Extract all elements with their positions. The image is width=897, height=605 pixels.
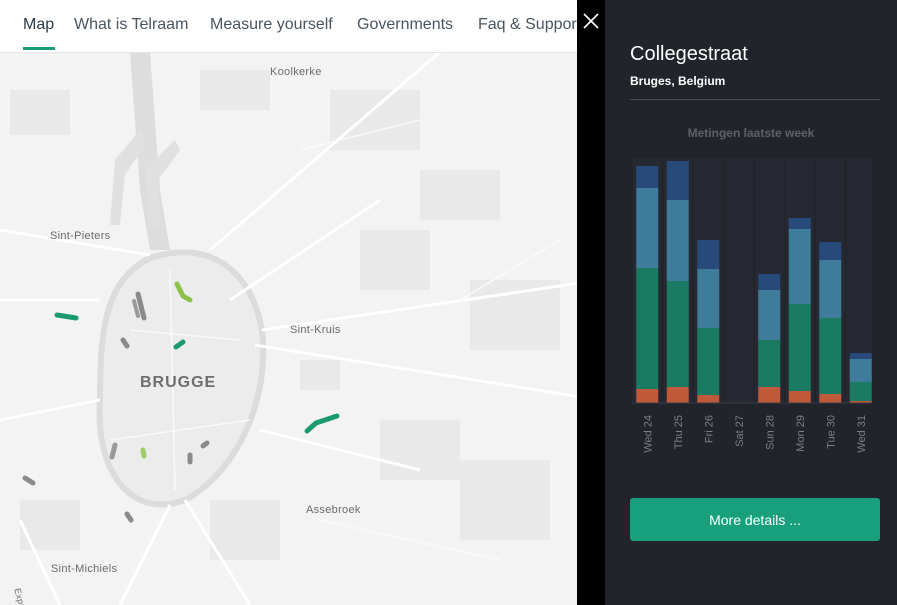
close-icon[interactable] bbox=[580, 10, 602, 32]
chart-x-tick-label: Tue 30 bbox=[825, 415, 837, 449]
map-label-sint-kruis: Sint-Kruis bbox=[290, 324, 341, 336]
chart-x-tick-label: Wed 24 bbox=[642, 415, 654, 453]
chart-x-tick-label: Fri 26 bbox=[703, 415, 715, 443]
chart-bar-segment[interactable] bbox=[758, 387, 781, 403]
weekly-measurements-chart: Wed 24 Thu 25 Fri 26 Sat 27 Sun 28 Mon 29 Tue … bbox=[632, 158, 872, 453]
chart-bar-segment[interactable] bbox=[666, 161, 689, 200]
chart-bar-segment[interactable] bbox=[849, 382, 872, 401]
chart-bar-segment[interactable] bbox=[697, 395, 720, 403]
more-details-button[interactable]: More details ... bbox=[630, 498, 880, 541]
chart-bar-segment[interactable] bbox=[758, 290, 781, 340]
chart-x-tick-label: Sat 27 bbox=[734, 415, 746, 447]
chart-bar-segment[interactable] bbox=[788, 391, 811, 403]
divider bbox=[630, 99, 880, 100]
map-label-sint-michiels: Sint-Michiels bbox=[51, 563, 118, 575]
chart-x-tick-label: Sun 28 bbox=[764, 415, 776, 450]
map-label-assebroek: Assebroek bbox=[306, 504, 361, 516]
chart-column-band bbox=[724, 158, 753, 403]
chart-x-tick-label: Wed 31 bbox=[856, 415, 868, 453]
top-navigation: Map What is Telraam Measure yourself Gov… bbox=[0, 0, 600, 53]
chart-bar-segment[interactable] bbox=[697, 269, 720, 328]
chart-bar-segment[interactable] bbox=[788, 304, 811, 391]
chart-bar-segment[interactable] bbox=[788, 229, 811, 304]
nav-governments[interactable]: Governments bbox=[357, 16, 453, 34]
chart-x-tick-label: Mon 29 bbox=[795, 415, 807, 452]
map-area[interactable]: Koolkerke Sint-Pieters Sint-Kruis Assebr… bbox=[0, 52, 600, 605]
chart-bar-segment[interactable] bbox=[819, 318, 842, 394]
map-label-koolkerke: Koolkerke bbox=[270, 66, 322, 78]
chart-bar-segment[interactable] bbox=[636, 188, 659, 268]
chart-bar-segment[interactable] bbox=[697, 328, 720, 395]
chart-bar-segment[interactable] bbox=[819, 394, 842, 403]
street-location: Bruges, Belgium bbox=[630, 74, 726, 88]
chart-bar-segment[interactable] bbox=[819, 242, 842, 260]
chart-bar-segment[interactable] bbox=[636, 268, 659, 389]
nav-faq-support[interactable]: Faq & Support bbox=[478, 16, 581, 34]
street-detail-panel: Collegestraat Bruges, Belgium Metingen l… bbox=[605, 0, 897, 605]
chart-bar-segment[interactable] bbox=[819, 260, 842, 318]
chart-bar-segment[interactable] bbox=[666, 200, 689, 281]
nav-map[interactable]: Map bbox=[23, 16, 54, 34]
chart-bar-segment[interactable] bbox=[758, 274, 781, 290]
chart-bar-segment[interactable] bbox=[849, 359, 872, 382]
chart-bar-segment[interactable] bbox=[788, 218, 811, 229]
chart-x-tick-label: Thu 25 bbox=[673, 415, 685, 449]
chart-bar-segment[interactable] bbox=[849, 353, 872, 359]
nav-what-is-telraam[interactable]: What is Telraam bbox=[74, 16, 188, 34]
street-title: Collegestraat bbox=[630, 43, 748, 65]
chart-bar-segment[interactable] bbox=[697, 240, 720, 269]
chart-bar-segment[interactable] bbox=[636, 389, 659, 403]
chart-bar-segment[interactable] bbox=[636, 166, 659, 188]
map-label-city: BRUGGE bbox=[140, 374, 217, 391]
chart-bar-segment[interactable] bbox=[666, 387, 689, 403]
map-label-sint-pieters: Sint-Pieters bbox=[50, 230, 111, 242]
chart-title: Metingen laatste week bbox=[687, 126, 815, 140]
chart-bar-segment[interactable] bbox=[758, 340, 781, 387]
panel-edge bbox=[577, 0, 605, 605]
nav-measure-yourself[interactable]: Measure yourself bbox=[210, 16, 333, 34]
active-tab-indicator bbox=[23, 47, 55, 50]
chart-bar-segment[interactable] bbox=[666, 281, 689, 387]
